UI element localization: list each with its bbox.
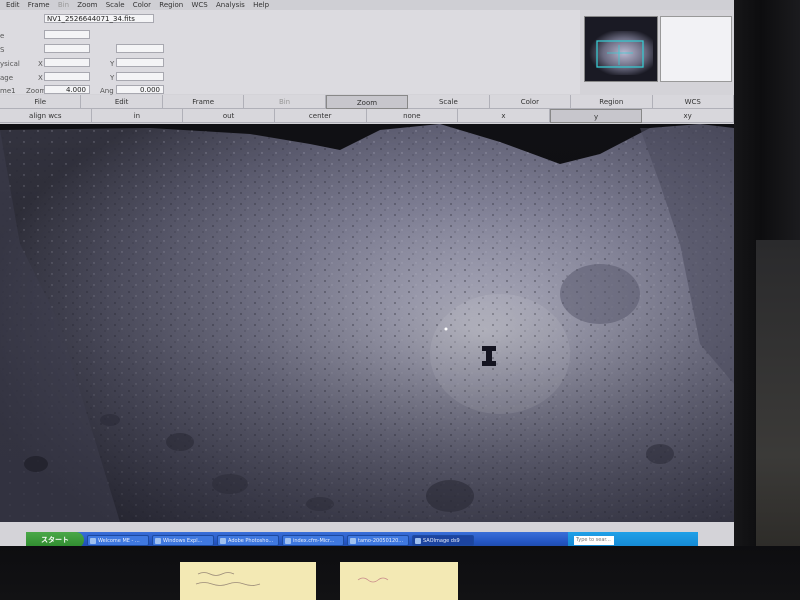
sticky-note-right [340, 562, 458, 600]
image-y-label: Y [110, 74, 115, 82]
button-scale[interactable]: Scale [408, 95, 490, 109]
taskbar-item-ds9[interactable]: SAOImage ds9 [412, 534, 474, 546]
wcs-field-b [116, 44, 164, 53]
physical-x-field [44, 58, 90, 67]
taskbar-item-welcome[interactable]: Welcome ME - ... [87, 534, 149, 546]
zoom-button-bar: align wcs in out center none x y xy [0, 109, 734, 123]
panner-view[interactable] [584, 16, 658, 82]
menu-frame[interactable]: Frame [28, 0, 50, 10]
monitor-screen: Edit Frame Bin Zoom Scale Color Region W… [0, 0, 734, 546]
file-name-field: NV1_2526644071_34.fits [44, 14, 154, 23]
image-label: age [0, 74, 14, 82]
button-zoom[interactable]: Zoom [325, 95, 409, 109]
button-orient-x[interactable]: x [458, 109, 550, 123]
button-orient-y[interactable]: y [549, 109, 643, 123]
button-orient-none[interactable]: none [366, 109, 459, 123]
button-center[interactable]: center [274, 109, 367, 123]
value-label: e [0, 32, 5, 40]
button-wcs[interactable]: WCS [652, 95, 734, 109]
physical-y-label: Y [110, 60, 115, 68]
button-zoom-out[interactable]: out [183, 109, 275, 123]
button-orient-xy[interactable]: xy [642, 109, 734, 123]
angle-value: 0.000 [116, 85, 164, 94]
taskbar-item-photoshop[interactable]: Adobe Photosho... [217, 534, 279, 546]
wcs-label: S [0, 46, 5, 54]
menu-color[interactable]: Color [133, 0, 151, 10]
button-edit[interactable]: Edit [81, 95, 163, 109]
system-tray: Type to sear... [568, 532, 698, 546]
angle-label: Ang [100, 87, 114, 95]
taskbar: スタート Welcome ME - ... Windows Expl... Ad… [26, 532, 698, 546]
button-color[interactable]: Color [489, 95, 572, 109]
physical-label: ysical [0, 60, 20, 68]
wcs-field-a [44, 44, 90, 53]
button-frame[interactable]: Frame [162, 95, 245, 109]
menu-bin[interactable]: Bin [58, 0, 69, 10]
tray-search-input[interactable]: Type to sear... [574, 535, 614, 545]
magnifier-view [660, 16, 732, 82]
menu-region[interactable]: Region [159, 0, 183, 10]
taskbar-item-document[interactable]: tamo-20050120... [347, 534, 409, 546]
physical-y-field [116, 58, 164, 67]
zoom-value: 4.000 [44, 85, 90, 94]
image-x-field [44, 72, 90, 81]
menu-edit[interactable]: Edit [6, 0, 20, 10]
panner-thumbnail [589, 31, 653, 75]
taskbar-item-browser[interactable]: index.cfm-Micr... [282, 534, 344, 546]
menu-help[interactable]: Help [253, 0, 269, 10]
start-button[interactable]: スタート [26, 532, 84, 546]
main-button-bar: File Edit Frame Bin Zoom Scale Color Reg… [0, 95, 734, 109]
physical-x-label: X [38, 60, 43, 68]
menu-analysis[interactable]: Analysis [216, 0, 245, 10]
info-panel: NV1_2526644071_34.fits e S ysical X Y ag… [0, 10, 580, 95]
image-display-frame[interactable] [0, 124, 734, 522]
menu-bar: Edit Frame Bin Zoom Scale Color Region W… [0, 0, 734, 10]
handwriting-left [195, 572, 261, 586]
button-zoom-in[interactable]: in [91, 109, 184, 123]
image-x-label: X [38, 74, 43, 82]
photograph-of-monitor: Edit Frame Bin Zoom Scale Color Region W… [0, 0, 800, 600]
button-region[interactable]: Region [571, 95, 653, 109]
button-file[interactable]: File [0, 95, 82, 109]
frame-label: me1 [0, 87, 16, 95]
menu-zoom[interactable]: Zoom [77, 0, 97, 10]
handwriting-right [357, 577, 389, 583]
button-bin[interactable]: Bin [244, 95, 326, 109]
menu-scale[interactable]: Scale [106, 0, 125, 10]
image-y-field [116, 72, 164, 81]
value-field [44, 30, 90, 39]
button-align-wcs[interactable]: align wcs [0, 109, 92, 123]
sticky-note-left [180, 562, 316, 600]
taskbar-item-explorer[interactable]: Windows Expl... [152, 534, 214, 546]
menu-wcs[interactable]: WCS [191, 0, 207, 10]
asteroid-surface-image [0, 124, 734, 522]
